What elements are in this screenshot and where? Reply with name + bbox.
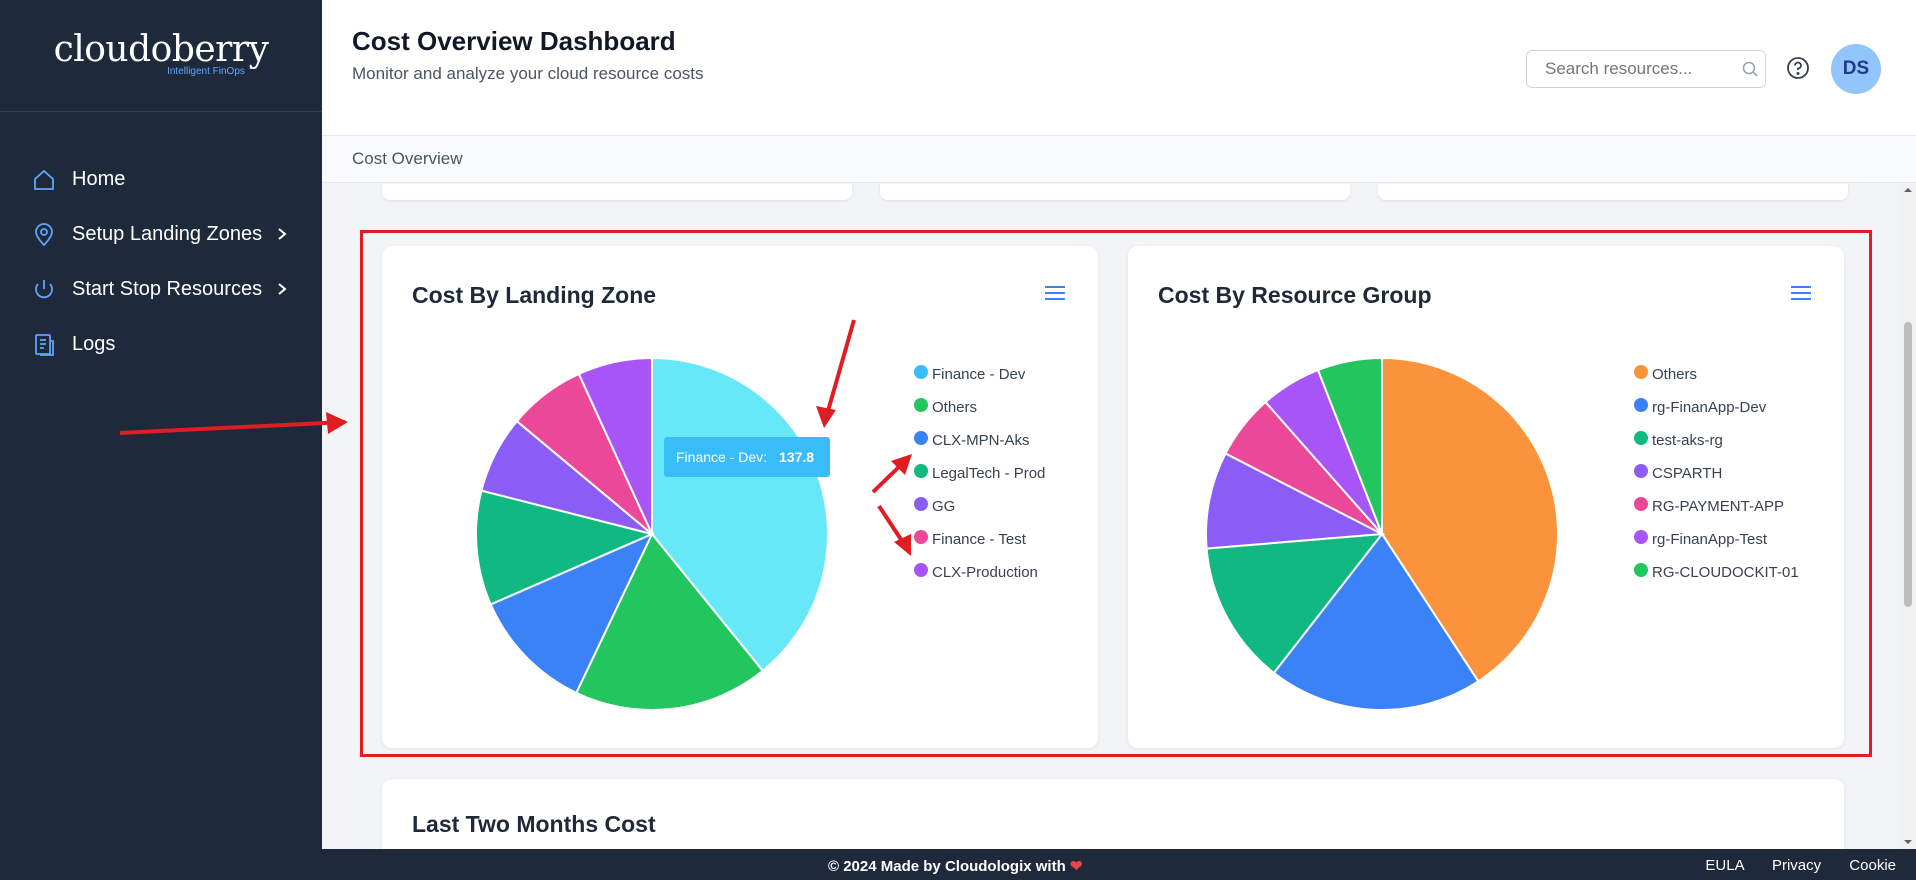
sidebar-item-label: Logs <box>72 333 116 355</box>
brand-name: cloudoberry <box>53 28 269 70</box>
sidebar-item-label: Start Stop Resources <box>72 278 263 300</box>
stat-card <box>1378 184 1848 200</box>
sidebar-item-setup-landing-zones[interactable]: Setup Landing Zones <box>0 207 322 262</box>
last-two-months-card: Last Two Months Cost <box>382 779 1844 849</box>
footer: © 2024 Made by Cloudologix with ❤ EULA P… <box>0 849 1916 880</box>
breadcrumb[interactable]: Cost Overview <box>322 136 1916 183</box>
sidebar: cloudoberry Intelligent FinOps Home Setu… <box>0 0 322 849</box>
brand-tagline: Intelligent FinOps <box>167 65 245 77</box>
footer-copyright: © 2024 Made by Cloudologix with ❤ <box>828 857 1083 875</box>
chevron-right-icon <box>278 228 287 240</box>
search-input[interactable] <box>1545 54 1735 84</box>
search-box[interactable] <box>1526 50 1766 88</box>
brand-logo[interactable]: cloudoberry Intelligent FinOps <box>0 0 322 112</box>
location-pin-icon <box>35 222 53 246</box>
sidebar-item-logs[interactable]: Logs <box>0 317 322 372</box>
scroll-down-arrow-icon[interactable] <box>1904 838 1912 846</box>
footer-copyright-text: © 2024 Made by Cloudologix with <box>828 858 1066 875</box>
avatar[interactable]: DS <box>1831 44 1881 94</box>
chevron-right-icon <box>278 283 287 295</box>
scroll-up-arrow-icon[interactable] <box>1904 186 1912 194</box>
tooltip-value: 137.8 <box>779 449 815 465</box>
document-icon <box>35 333 54 356</box>
sidebar-item-start-stop-resources[interactable]: Start Stop Resources <box>0 262 322 317</box>
stat-card <box>382 184 852 200</box>
scrollbar[interactable] <box>1900 184 1916 849</box>
sidebar-nav: Home Setup Landing Zones Start Stop Reso… <box>0 112 322 372</box>
search-icon[interactable] <box>1741 60 1759 78</box>
home-icon <box>34 169 54 190</box>
stat-card <box>880 184 1350 200</box>
page-title: Cost Overview Dashboard <box>352 26 676 56</box>
footer-links: EULA Privacy Cookie <box>1681 857 1896 874</box>
page-subtitle: Monitor and analyze your cloud resource … <box>352 64 704 83</box>
footer-link-cookie[interactable]: Cookie <box>1849 857 1896 874</box>
last-two-months-title: Last Two Months Cost <box>412 811 656 837</box>
footer-link-privacy[interactable]: Privacy <box>1772 857 1821 874</box>
tooltip-label: Finance - Dev: <box>676 449 768 465</box>
help-icon[interactable] <box>1786 56 1810 80</box>
sidebar-item-label: Home <box>72 168 126 190</box>
page-header: Cost Overview Dashboard Monitor and anal… <box>322 0 1916 136</box>
sidebar-item-label: Setup Landing Zones <box>72 223 263 245</box>
footer-link-eula[interactable]: EULA <box>1705 857 1743 874</box>
chart-tooltip: Finance - Dev: 137.8 <box>664 437 830 477</box>
sidebar-item-home[interactable]: Home <box>0 152 322 207</box>
scrollbar-thumb[interactable] <box>1904 322 1912 607</box>
heart-icon: ❤ <box>1069 858 1083 875</box>
annotation-highlight-box <box>360 230 1872 757</box>
power-icon <box>35 279 53 298</box>
